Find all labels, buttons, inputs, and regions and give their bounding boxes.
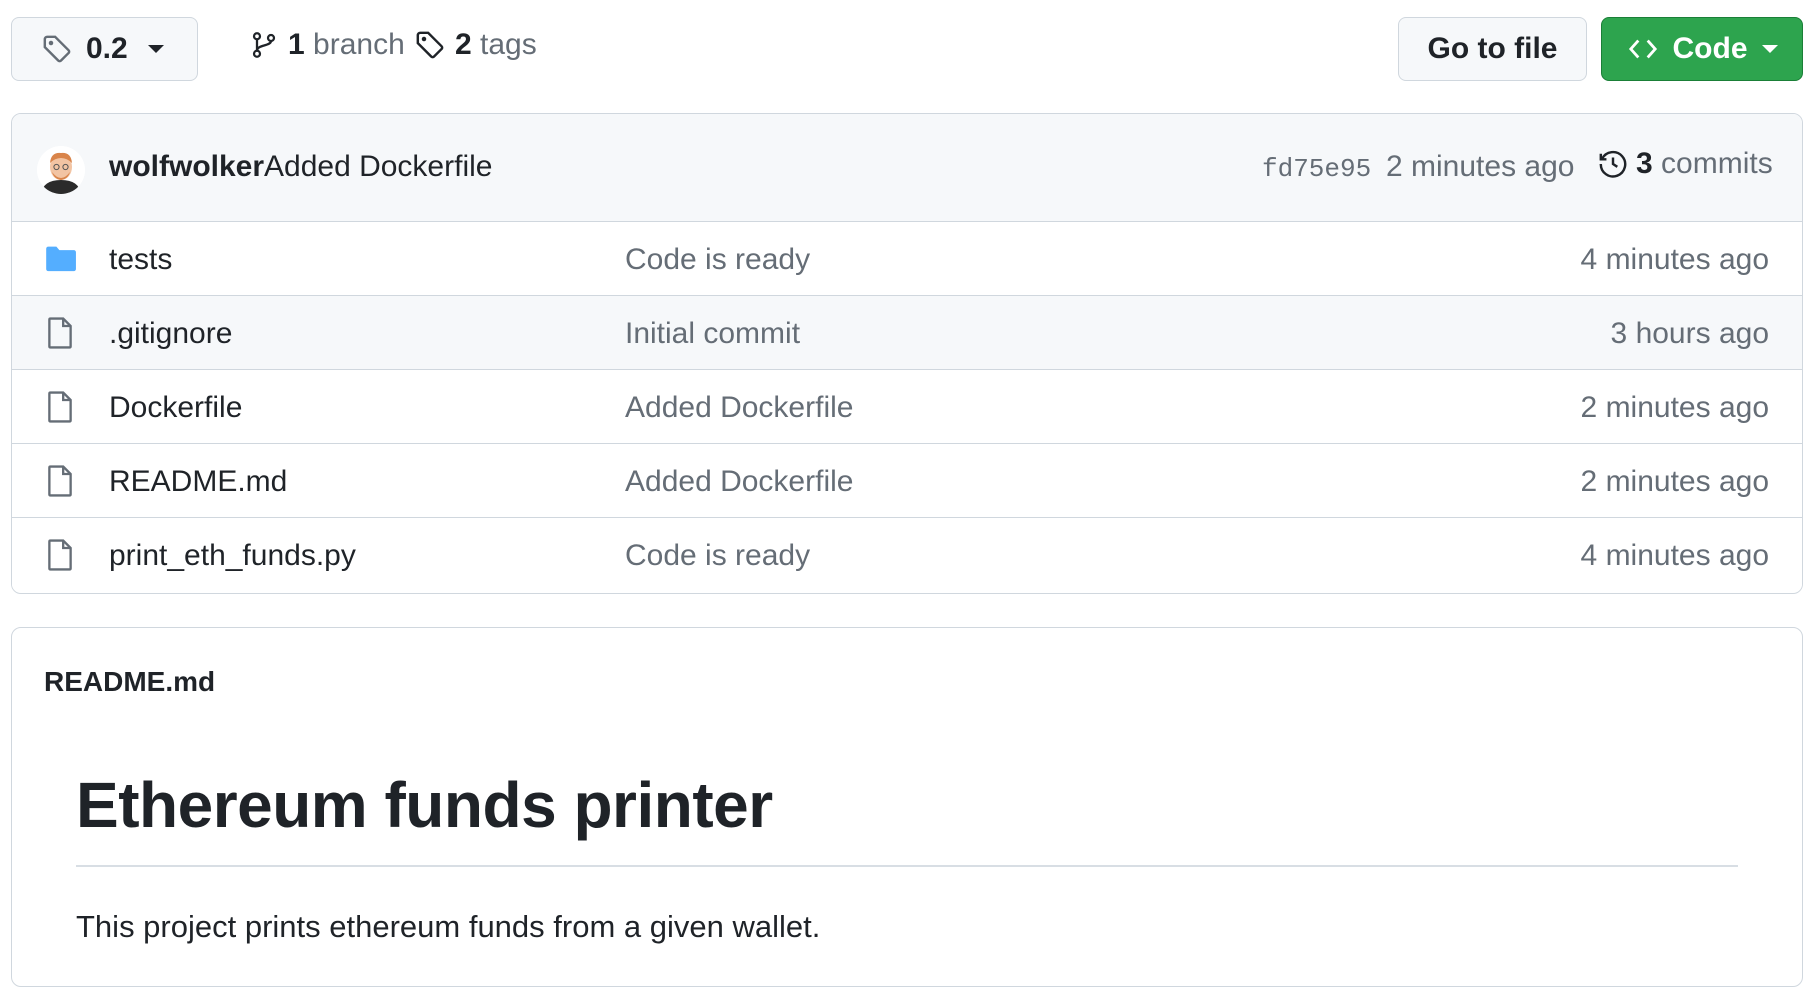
file-commit-time: 2 minutes ago — [1580, 465, 1769, 498]
file-name-link[interactable]: .gitignore — [109, 317, 232, 351]
file-name-link[interactable]: print_eth_funds.py — [109, 539, 356, 573]
file-commit-time: 2 minutes ago — [1580, 391, 1769, 424]
readme-filename[interactable]: README.md — [44, 666, 215, 698]
readme-divider — [76, 865, 1738, 867]
file-commit-time: 4 minutes ago — [1580, 243, 1769, 276]
file-commit-message-link[interactable]: Code is ready — [625, 243, 810, 277]
tag-icon — [416, 31, 444, 59]
repo-toolbar: 0.2 1 branch 2 tags Go to file Code — [0, 0, 1816, 100]
tags-link[interactable]: 2 tags — [415, 28, 537, 62]
file-list: wolfwolker Added Dockerfile fd75e95 2 mi… — [11, 113, 1803, 594]
folder-icon — [43, 242, 77, 276]
file-icon — [43, 538, 77, 572]
file-icon — [43, 464, 77, 498]
file-name-link[interactable]: README.md — [109, 465, 287, 499]
file-row[interactable]: print_eth_funds.py Code is ready 4 minutes… — [12, 518, 1802, 592]
latest-commit-bar: wolfwolker Added Dockerfile fd75e95 2 mi… — [12, 114, 1802, 222]
commits-count: 3 — [1636, 147, 1653, 180]
commit-sha-link[interactable]: fd75e95 — [1262, 154, 1371, 184]
file-commit-time: 4 minutes ago — [1580, 539, 1769, 572]
branches-link[interactable]: 1 branch — [250, 28, 405, 62]
avatar[interactable] — [37, 146, 85, 194]
file-icon — [43, 316, 77, 350]
tag-count: 2 — [455, 28, 472, 61]
history-icon — [1599, 150, 1627, 178]
git-branch-icon — [252, 32, 276, 58]
branch-count: 1 — [288, 28, 305, 61]
readme-panel: README.md Ethereum funds printer This pr… — [11, 627, 1803, 987]
file-name-link[interactable]: Dockerfile — [109, 391, 242, 425]
code-button[interactable]: Code — [1601, 17, 1803, 81]
file-commit-message-link[interactable]: Code is ready — [625, 539, 810, 573]
commits-label: commits — [1661, 147, 1773, 180]
file-commit-time: 3 hours ago — [1610, 317, 1769, 350]
file-icon — [43, 390, 77, 424]
file-commit-message-link[interactable]: Added Dockerfile — [625, 391, 853, 425]
commits-history-link[interactable]: 3 commits — [1598, 147, 1773, 181]
commit-time: 2 minutes ago — [1386, 150, 1575, 183]
selected-ref-label: 0.2 — [86, 32, 128, 65]
file-name-link[interactable]: tests — [109, 243, 172, 277]
readme-heading: Ethereum funds printer — [76, 769, 773, 841]
commit-message-link[interactable]: Added Dockerfile — [264, 150, 492, 184]
tag-label: tags — [480, 28, 537, 61]
branch-tag-selector[interactable]: 0.2 — [11, 17, 198, 81]
file-row[interactable]: .gitignore Initial commit 3 hours ago — [12, 296, 1802, 370]
tag-icon — [43, 35, 71, 63]
readme-paragraph: This project prints ethereum funds from … — [76, 909, 821, 944]
file-commit-message-link[interactable]: Initial commit — [625, 317, 800, 351]
code-button-label: Code — [1672, 32, 1748, 65]
file-row[interactable]: README.md Added Dockerfile 2 minutes ago — [12, 444, 1802, 518]
file-row[interactable]: tests Code is ready 4 minutes ago — [12, 222, 1802, 296]
go-to-file-button[interactable]: Go to file — [1398, 17, 1587, 81]
code-icon — [1628, 39, 1657, 59]
file-commit-message-link[interactable]: Added Dockerfile — [625, 465, 853, 499]
chevron-down-icon — [1761, 45, 1778, 53]
file-row[interactable]: Dockerfile Added Dockerfile 2 minutes ago — [12, 370, 1802, 444]
commit-author-link[interactable]: wolfwolker — [109, 150, 264, 184]
branch-label: branch — [313, 28, 405, 61]
chevron-down-icon — [147, 45, 164, 53]
